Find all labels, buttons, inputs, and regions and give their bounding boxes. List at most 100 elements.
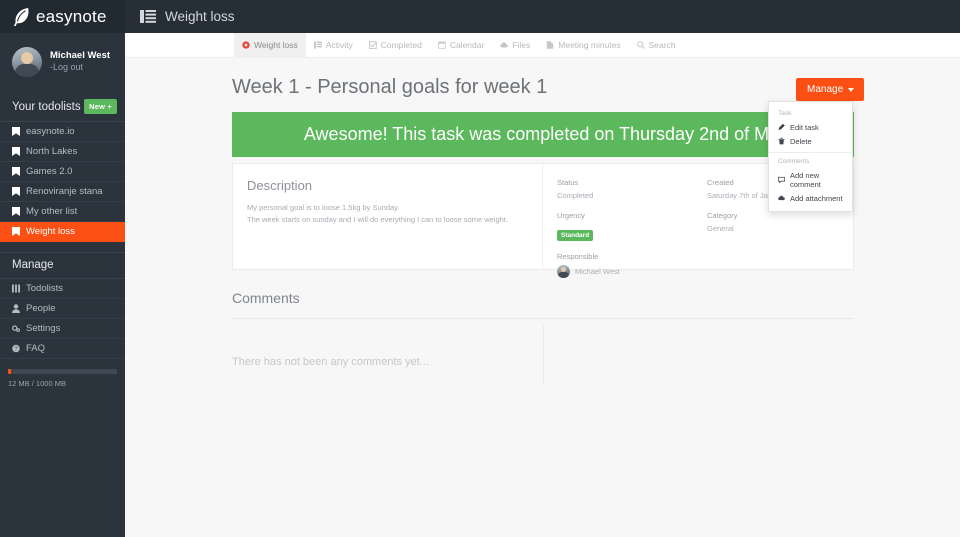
manage-button[interactable]: Manage [796, 78, 865, 101]
tab-completed[interactable]: Completed [361, 33, 430, 58]
tab-search[interactable]: Search [629, 33, 684, 58]
comments-divider-horizontal [232, 318, 854, 319]
tab-meeting-minutes[interactable]: Meeting minutes [538, 33, 628, 58]
logout-link[interactable]: -Log out [50, 62, 110, 74]
task-completed-banner: Awesome! This task was completed on Thur… [232, 112, 854, 157]
page-title: Week 1 - Personal goals for week 1 [232, 76, 548, 98]
task-detail-card: Description My personal goal is to loose… [232, 163, 854, 278]
status-value: Completed [557, 191, 594, 200]
urgency-label: Urgency [557, 211, 585, 220]
description-heading: Description [247, 178, 313, 193]
easynote-app: easynote Weight loss Michael West -Log o… [0, 0, 960, 537]
category-label: Category [707, 211, 738, 220]
tab-weight-loss[interactable]: Weight loss [234, 32, 306, 58]
sidebar-item-easynote-io[interactable]: easynote.io [0, 122, 125, 142]
profile-name: Michael West [50, 49, 111, 61]
description-column: Description My personal goal is to loose… [233, 164, 543, 269]
dropdown-item-label: Edit task [790, 122, 819, 132]
calendar-icon [438, 41, 446, 49]
sidebar-item-label: Settings [26, 323, 61, 334]
manage-list: Todolists People Settings ? FAQ [0, 279, 125, 359]
feather-icon [12, 7, 30, 27]
category-value: General [707, 224, 734, 233]
sidebar-item-label: easynote.io [26, 126, 75, 137]
grid-icon [12, 284, 20, 293]
sidebar-item-todolists[interactable]: Todolists [0, 279, 125, 299]
sidebar-item-north-lakes[interactable]: North Lakes [0, 142, 125, 162]
avatar [12, 47, 42, 77]
bookmark-icon [12, 227, 20, 236]
sidebar-item-label: My other list [26, 206, 78, 217]
manage-heading-label: Manage [12, 259, 54, 271]
sidebar-item-label: People [26, 303, 56, 314]
description-line-2: The week starts on sunday and I will do … [247, 215, 508, 225]
dropdown-section-comments: Comments [778, 158, 810, 165]
question-circle-icon: ? [12, 344, 20, 353]
dropdown-item-label: Add attachment [790, 193, 843, 203]
chevron-down-icon [848, 87, 855, 92]
sidebar-item-games-2-0[interactable]: Games 2.0 [0, 162, 125, 182]
sidebar-item-weight-loss[interactable]: Weight loss [0, 222, 125, 242]
sidebar-item-people[interactable]: People [0, 299, 125, 319]
tab-label: Search [648, 40, 676, 50]
status-label: Status [557, 178, 579, 187]
manage-heading: Manage [0, 252, 125, 279]
sidebar-item-label: Games 2.0 [26, 166, 73, 177]
search-icon [636, 41, 645, 49]
dropdown-item-label: Delete [790, 136, 812, 146]
tab-files[interactable]: Files [492, 33, 538, 58]
sidebar-item-faq[interactable]: ? FAQ [0, 339, 125, 359]
topbar-document[interactable]: Weight loss [125, 9, 235, 24]
todolists-heading: Your todolists New + [0, 93, 125, 122]
sidebar-item-renoviranje-stana[interactable]: Renoviranje stana [0, 182, 125, 202]
tab-activity[interactable]: Activity [306, 33, 361, 58]
description-line-1: My personal goal is to loose 1.5kg by Su… [247, 203, 400, 212]
sidebar-item-my-other-list[interactable]: My other list [0, 202, 125, 222]
user-profile[interactable]: Michael West -Log out [0, 33, 125, 93]
top-bar: easynote Weight loss [0, 0, 960, 33]
tab-bar: Weight loss Activity Completed Calendar … [125, 32, 960, 58]
person-icon [12, 304, 20, 313]
list-icon [140, 10, 156, 23]
todolists-heading-label: Your todolists [12, 100, 81, 113]
dropdown-item-label: Add new comment [790, 170, 821, 189]
file-icon [547, 41, 554, 49]
manage-dropdown-menu: Task Edit task Delete Comments Add new c… [768, 101, 853, 212]
comments-divider-vertical [543, 326, 544, 383]
bookmark-icon [12, 127, 20, 136]
check-square-icon [368, 41, 377, 49]
storage-meter: 12 MB / 1000 MB [0, 359, 125, 388]
status-column: Status Completed Urgency Standard Respon… [543, 164, 693, 278]
tab-calendar[interactable]: Calendar [430, 33, 493, 58]
tab-label: Weight loss [254, 40, 298, 50]
dropdown-item-add-attachment[interactable]: Add attachment [769, 191, 852, 205]
comments-empty-message: There has not been any comments yet... [232, 356, 429, 368]
bookmark-icon [12, 187, 20, 196]
tab-label: Activity [325, 40, 353, 50]
responsible-label: Responsible [557, 252, 599, 261]
comments-heading: Comments [232, 290, 300, 306]
trash-icon [778, 137, 785, 145]
sidebar: Michael West -Log out Your todolists New… [0, 33, 125, 537]
dropdown-section-task: Task [778, 110, 792, 117]
tab-label: Completed [380, 40, 422, 50]
bookmark-icon [12, 147, 20, 156]
sidebar-item-label: FAQ [26, 343, 46, 354]
sidebar-item-settings[interactable]: Settings [0, 319, 125, 339]
main-content: Week 1 - Personal goals for week 1 Manag… [125, 58, 960, 537]
manage-button-label: Manage [807, 84, 844, 95]
dropdown-separator [769, 152, 852, 153]
svg-text:?: ? [14, 347, 17, 353]
target-icon [242, 41, 250, 49]
comment-icon [778, 176, 785, 183]
dropdown-item-add-comment[interactable]: Add new comment [769, 168, 852, 191]
avatar [557, 265, 570, 278]
responsible-user: Michael West [557, 265, 693, 278]
brand-logo[interactable]: easynote [0, 0, 125, 33]
new-todolist-button[interactable]: New + [84, 99, 117, 114]
tab-label: Calendar [449, 40, 485, 50]
gears-icon [12, 325, 20, 333]
dropdown-item-delete[interactable]: Delete [769, 134, 852, 148]
bookmark-icon [12, 207, 20, 216]
dropdown-item-edit-task[interactable]: Edit task [769, 120, 852, 134]
